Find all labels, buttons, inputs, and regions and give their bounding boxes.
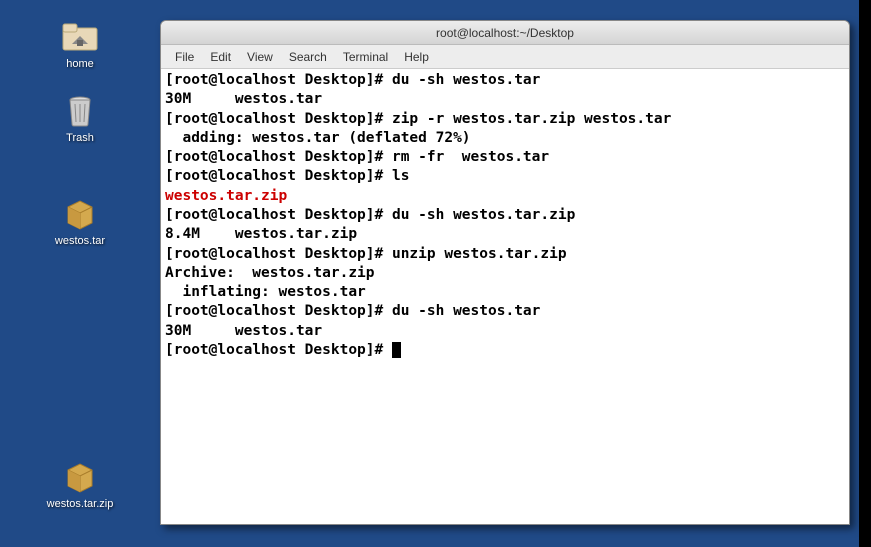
terminal-title: root@localhost:~/Desktop <box>436 26 574 40</box>
terminal-line: [root@localhost Desktop]# du -sh westos.… <box>165 206 845 225</box>
terminal-line: Archive: westos.tar.zip <box>165 264 845 283</box>
terminal-cursor <box>392 342 401 358</box>
terminal-line: 30M westos.tar <box>165 90 845 109</box>
trash-icon <box>60 92 100 128</box>
package-icon <box>60 195 100 231</box>
terminal-line: 30M westos.tar <box>165 322 845 341</box>
package-icon <box>60 458 100 494</box>
desktop-icon-label: Trash <box>40 132 120 144</box>
terminal-body[interactable]: [root@localhost Desktop]# du -sh westos.… <box>161 69 849 524</box>
terminal-line: 8.4M westos.tar.zip <box>165 225 845 244</box>
terminal-window: root@localhost:~/Desktop FileEditViewSea… <box>160 20 850 525</box>
desktop-icon-trash[interactable]: Trash <box>40 92 120 144</box>
menu-terminal[interactable]: Terminal <box>335 48 396 66</box>
terminal-line: [root@localhost Desktop]# unzip westos.t… <box>165 245 845 264</box>
folder-home-icon <box>60 18 100 54</box>
terminal-titlebar[interactable]: root@localhost:~/Desktop <box>161 21 849 45</box>
desktop-icon-home[interactable]: home <box>40 18 120 70</box>
terminal-line: [root@localhost Desktop]# du -sh westos.… <box>165 71 845 90</box>
terminal-line: westos.tar.zip <box>165 187 845 206</box>
menu-file[interactable]: File <box>167 48 202 66</box>
desktop-icon-label: westos.tar.zip <box>40 498 120 510</box>
terminal-menubar: FileEditViewSearchTerminalHelp <box>161 45 849 69</box>
desktop-icon-label: westos.tar <box>40 235 120 247</box>
menu-edit[interactable]: Edit <box>202 48 239 66</box>
screen-edge <box>859 0 871 547</box>
menu-view[interactable]: View <box>239 48 281 66</box>
terminal-line: adding: westos.tar (deflated 72%) <box>165 129 845 148</box>
menu-help[interactable]: Help <box>396 48 437 66</box>
menu-search[interactable]: Search <box>281 48 335 66</box>
terminal-line: [root@localhost Desktop]# <box>165 341 845 360</box>
desktop: home Trash westos.tar westos.tar.zip root@l… <box>0 0 871 547</box>
terminal-line: [root@localhost Desktop]# zip -r westos.… <box>165 110 845 129</box>
terminal-line: [root@localhost Desktop]# rm -fr westos.… <box>165 148 845 167</box>
desktop-icon-label: home <box>40 58 120 70</box>
terminal-line: inflating: westos.tar <box>165 283 845 302</box>
desktop-icon-westos-tar-zip[interactable]: westos.tar.zip <box>40 458 120 510</box>
terminal-line: [root@localhost Desktop]# du -sh westos.… <box>165 302 845 321</box>
terminal-line: [root@localhost Desktop]# ls <box>165 167 845 186</box>
desktop-icon-westos-tar[interactable]: westos.tar <box>40 195 120 247</box>
